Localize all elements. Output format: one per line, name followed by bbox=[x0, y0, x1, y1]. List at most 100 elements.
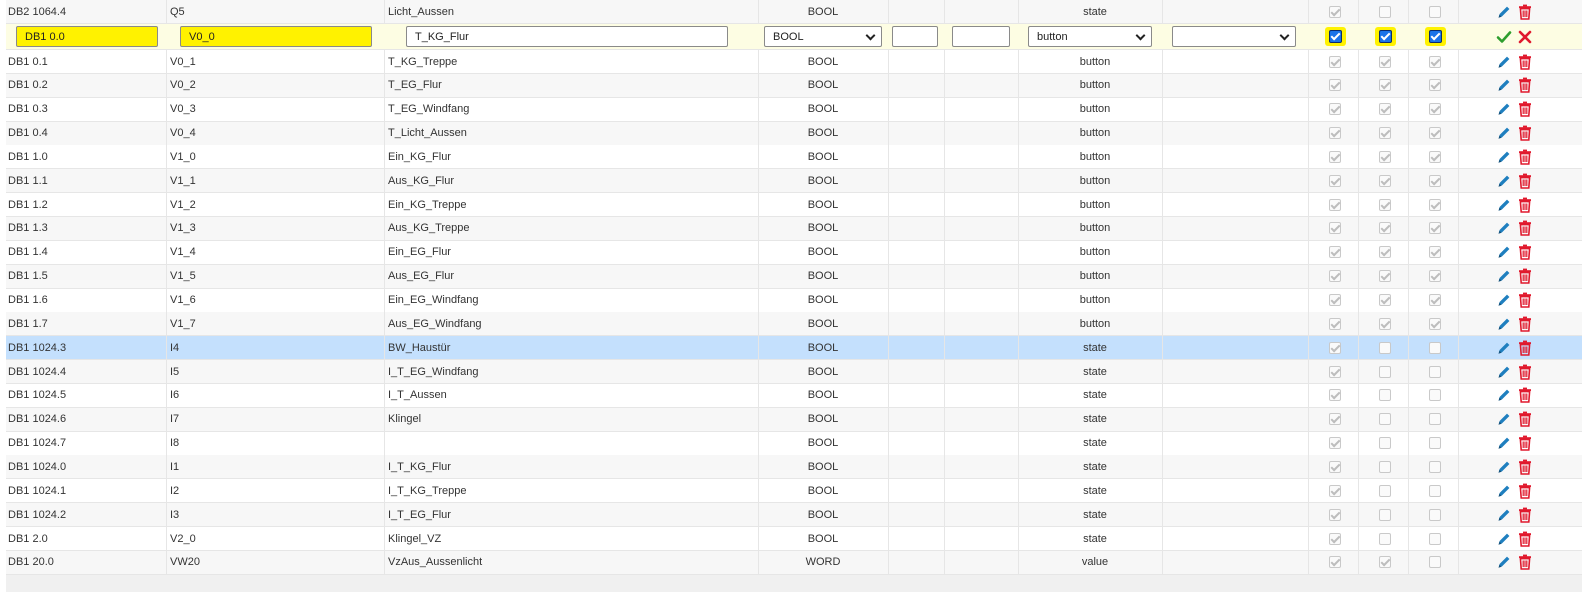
row-checkbox-3[interactable] bbox=[1429, 127, 1441, 140]
table-row[interactable]: DB1 1024.0 I1 I_T_KG_Flur BOOL state bbox=[6, 455, 1582, 480]
row-checkbox-1[interactable] bbox=[1329, 532, 1341, 545]
trash-icon[interactable] bbox=[1518, 4, 1532, 20]
table-row[interactable]: DB1 1.6 V1_6 Ein_EG_Windfang BOOL button bbox=[6, 288, 1582, 313]
row-checkbox-3[interactable] bbox=[1429, 365, 1441, 378]
table-row[interactable]: DB1 1.3 V1_3 Aus_KG_Treppe BOOL button bbox=[6, 216, 1582, 241]
row-checkbox-2[interactable] bbox=[1379, 508, 1391, 521]
trash-icon[interactable] bbox=[1518, 554, 1532, 571]
trash-icon[interactable] bbox=[1518, 173, 1532, 189]
pencil-icon[interactable] bbox=[1496, 149, 1512, 165]
row-checkbox-3[interactable] bbox=[1429, 532, 1441, 545]
row-checkbox-1[interactable] bbox=[1329, 246, 1341, 259]
trash-icon[interactable] bbox=[1518, 268, 1532, 284]
row-checkbox-1[interactable] bbox=[1329, 317, 1341, 330]
row-checkbox-1[interactable] bbox=[1329, 270, 1341, 283]
pencil-icon[interactable] bbox=[1496, 340, 1512, 356]
row-checkbox-3[interactable] bbox=[1429, 174, 1441, 187]
trash-icon[interactable] bbox=[1518, 244, 1532, 261]
pencil-icon[interactable] bbox=[1496, 507, 1512, 523]
pencil-icon[interactable] bbox=[1496, 101, 1512, 117]
address-input[interactable]: DB1 0.0 bbox=[16, 26, 158, 47]
row-checkbox-3[interactable] bbox=[1429, 341, 1441, 354]
table-row[interactable]: DB1 0.3 V0_3 T_EG_Windfang BOOL button bbox=[6, 97, 1582, 122]
row-checkbox-2[interactable] bbox=[1379, 532, 1391, 545]
row-checkbox-1[interactable] bbox=[1329, 413, 1341, 426]
row-checkbox-2[interactable] bbox=[1379, 246, 1391, 259]
row-checkbox-3[interactable] bbox=[1429, 556, 1441, 569]
trash-icon[interactable] bbox=[1518, 340, 1532, 356]
trash-icon[interactable] bbox=[1518, 101, 1532, 117]
trash-icon[interactable] bbox=[1518, 292, 1532, 308]
trash-icon[interactable] bbox=[1518, 125, 1532, 141]
row-checkbox-2[interactable] bbox=[1379, 198, 1391, 211]
row-checkbox-3[interactable] bbox=[1429, 222, 1441, 235]
edit-checkbox-3[interactable] bbox=[1428, 30, 1442, 43]
trash-icon[interactable] bbox=[1518, 531, 1532, 547]
table-row[interactable]: DB1 20.0 VW20 VzAus_Aussenlicht WORD value bbox=[6, 550, 1582, 575]
trash-icon[interactable] bbox=[1518, 54, 1532, 70]
trash-icon[interactable] bbox=[1518, 364, 1532, 380]
row-checkbox-2[interactable] bbox=[1379, 389, 1391, 402]
table-row[interactable]: DB1 0.1 V0_1 T_KG_Treppe BOOL button bbox=[6, 50, 1582, 74]
pencil-icon[interactable] bbox=[1496, 435, 1512, 451]
table-row[interactable]: DB1 1.2 V1_2 Ein_KG_Treppe BOOL button bbox=[6, 193, 1582, 218]
table-row[interactable]: DB1 2.0 V2_0 Klingel_VZ BOOL state bbox=[6, 527, 1582, 551]
row-checkbox-3[interactable] bbox=[1429, 198, 1441, 211]
row-checkbox-2[interactable] bbox=[1379, 270, 1391, 283]
row-checkbox-1[interactable] bbox=[1329, 389, 1341, 402]
table-row[interactable]: DB1 1.7 V1_7 Aus_EG_Windfang BOOL button bbox=[6, 312, 1582, 337]
pencil-icon[interactable] bbox=[1496, 459, 1512, 475]
name-input[interactable]: V0_0 bbox=[180, 26, 372, 47]
pencil-icon[interactable] bbox=[1496, 244, 1512, 260]
pencil-icon[interactable] bbox=[1496, 125, 1512, 141]
row-checkbox-1[interactable] bbox=[1329, 174, 1341, 187]
row-checkbox-1[interactable] bbox=[1329, 222, 1341, 235]
row-checkbox-2[interactable] bbox=[1379, 150, 1391, 163]
trash-icon[interactable] bbox=[1518, 77, 1532, 94]
edit-checkbox-2[interactable] bbox=[1378, 30, 1392, 43]
row-checkbox-3[interactable] bbox=[1429, 389, 1441, 402]
row-checkbox-3[interactable] bbox=[1429, 484, 1441, 497]
pencil-icon[interactable] bbox=[1496, 220, 1512, 236]
pencil-icon[interactable] bbox=[1496, 4, 1512, 20]
table-row[interactable]: DB1 0.2 V0_2 T_EG_Flur BOOL button bbox=[6, 73, 1582, 98]
row-checkbox-1[interactable] bbox=[1329, 365, 1341, 378]
table-row[interactable]: DB1 1.1 V1_1 Aus_KG_Flur BOOL button bbox=[6, 169, 1582, 194]
pencil-icon[interactable] bbox=[1496, 316, 1512, 332]
row-checkbox-3[interactable] bbox=[1429, 103, 1441, 116]
row-checkbox-1[interactable] bbox=[1329, 5, 1341, 18]
pencil-icon[interactable] bbox=[1496, 268, 1512, 284]
row-checkbox-1[interactable] bbox=[1329, 103, 1341, 116]
row-checkbox-1[interactable] bbox=[1329, 437, 1341, 450]
trash-icon[interactable] bbox=[1518, 220, 1532, 237]
edit-checkbox-1[interactable] bbox=[1328, 30, 1342, 43]
row-checkbox-3[interactable] bbox=[1429, 413, 1441, 426]
horizontal-scrollbar[interactable] bbox=[6, 574, 1582, 592]
row-checkbox-3[interactable] bbox=[1429, 5, 1441, 18]
table-row[interactable]: DB1 0.4 V0_4 T_Licht_Aussen BOOL button bbox=[6, 121, 1582, 146]
pencil-icon[interactable] bbox=[1496, 483, 1512, 499]
trash-icon[interactable] bbox=[1518, 387, 1532, 404]
trash-icon[interactable] bbox=[1518, 483, 1532, 499]
row-checkbox-1[interactable] bbox=[1329, 556, 1341, 569]
row-checkbox-3[interactable] bbox=[1429, 294, 1441, 306]
check-icon[interactable] bbox=[1496, 29, 1512, 45]
table-row[interactable]: DB1 1024.1 I2 I_T_KG_Treppe BOOL state bbox=[6, 479, 1582, 504]
row-checkbox-2[interactable] bbox=[1379, 317, 1391, 330]
extra-select[interactable] bbox=[1172, 26, 1296, 47]
row-checkbox-2[interactable] bbox=[1379, 460, 1391, 473]
row-checkbox-3[interactable] bbox=[1429, 460, 1441, 473]
row-checkbox-2[interactable] bbox=[1379, 556, 1391, 569]
trash-icon[interactable] bbox=[1518, 411, 1532, 428]
row-checkbox-3[interactable] bbox=[1429, 437, 1441, 450]
row-checkbox-3[interactable] bbox=[1429, 317, 1441, 330]
table-row[interactable]: DB1 1.4 V1_4 Ein_EG_Flur BOOL button bbox=[6, 240, 1582, 265]
pencil-icon[interactable] bbox=[1496, 292, 1512, 308]
description-input[interactable]: T_KG_Flur bbox=[406, 26, 728, 47]
pencil-icon[interactable] bbox=[1496, 387, 1512, 403]
field5-input[interactable] bbox=[892, 26, 938, 47]
row-checkbox-3[interactable] bbox=[1429, 270, 1441, 283]
row-checkbox-1[interactable] bbox=[1329, 341, 1341, 354]
row-checkbox-2[interactable] bbox=[1379, 222, 1391, 235]
row-checkbox-1[interactable] bbox=[1329, 79, 1341, 92]
